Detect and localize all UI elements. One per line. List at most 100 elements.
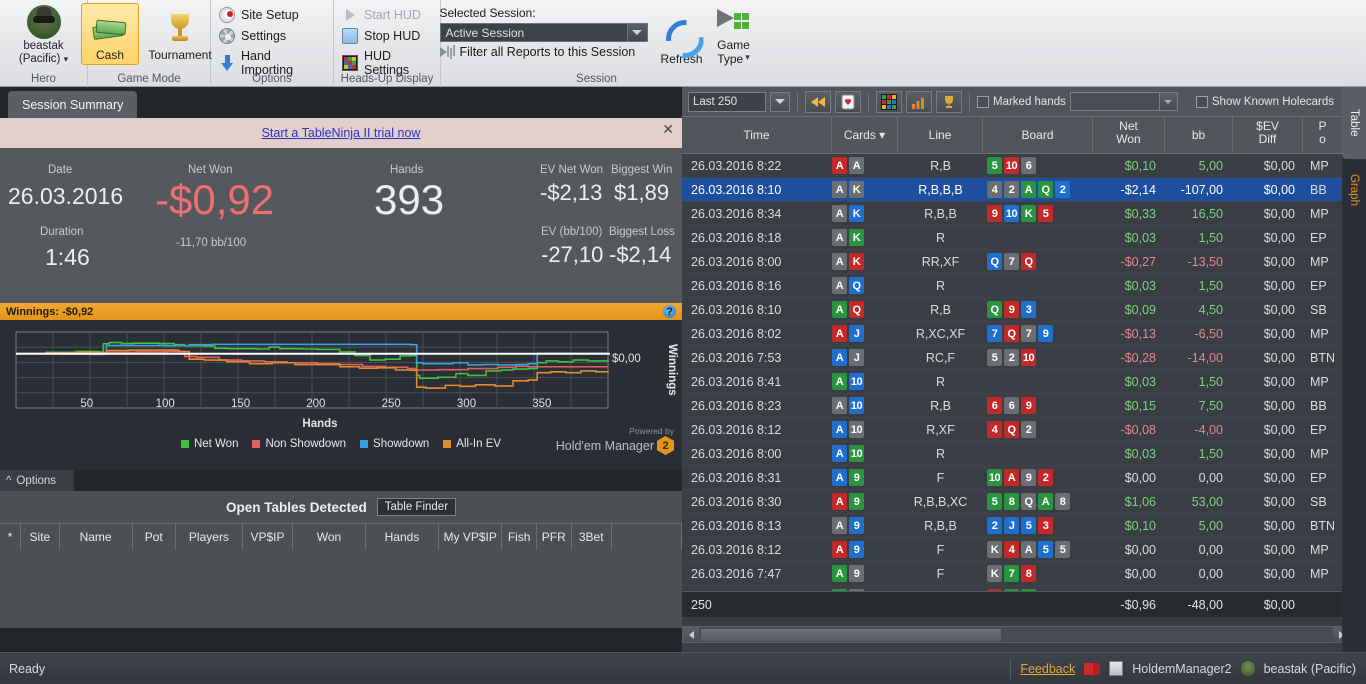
site-setup-button[interactable]: Site Setup bbox=[217, 6, 327, 24]
open-tables-column-header[interactable]: PFR bbox=[537, 524, 572, 550]
legend-item[interactable]: Non Showdown bbox=[252, 438, 346, 450]
table-row[interactable]: 26.03.2016 8:12 A 10 R,XF 4 Q 2 -$0,08 -4,00 $0,0… bbox=[682, 418, 1351, 442]
table-row[interactable]: 26.03.2016 8:10 A Q R,B Q 9 3 $0,09 4,50 $0,00 SB bbox=[682, 298, 1351, 322]
tab-table[interactable]: Table bbox=[1342, 87, 1366, 159]
grid-button[interactable] bbox=[876, 90, 902, 113]
hands-horizontal-scrollbar[interactable] bbox=[682, 626, 1351, 643]
cell-ev-diff: $0,00 bbox=[1263, 182, 1295, 197]
open-tables-column-header[interactable]: VP$IP bbox=[243, 524, 293, 550]
cell-time: 26.03.2016 8:34 bbox=[691, 206, 782, 221]
chevron-down-icon[interactable]: ▾ bbox=[64, 54, 69, 64]
hands-column-header-bb[interactable]: bb bbox=[1165, 117, 1233, 153]
feedback-link[interactable]: Feedback bbox=[1020, 662, 1075, 676]
site-setup-icon bbox=[219, 7, 235, 23]
open-tables-column-header[interactable]: Fish bbox=[502, 524, 537, 550]
tournament-button[interactable]: Tournament bbox=[143, 3, 217, 65]
group-label-hero: Hero bbox=[31, 73, 56, 85]
hands-column-header-net[interactable]: Net Won bbox=[1093, 117, 1165, 153]
marked-hands-label: Marked hands bbox=[993, 95, 1066, 108]
cards-button[interactable] bbox=[835, 90, 861, 113]
trophy-button[interactable] bbox=[936, 90, 962, 113]
table-row[interactable]: 26.03.2016 8:02 A J R,XC,XF 7 Q 7 9 -$0,13 -6,50 $… bbox=[682, 322, 1351, 346]
cell-ev-diff: $0,00 bbox=[1263, 542, 1295, 557]
filter-reports-button[interactable]: Filter all Reports to this Session bbox=[439, 45, 648, 59]
open-tables-column-header[interactable]: Site bbox=[21, 524, 60, 550]
tab-graph[interactable]: Graph bbox=[1342, 159, 1366, 221]
hud-grid-icon bbox=[342, 55, 358, 71]
card-10h: 10 bbox=[1004, 157, 1019, 174]
hm2-badge-icon: 2 bbox=[657, 436, 674, 455]
hands-column-header-p[interactable]: Po bbox=[1303, 117, 1343, 153]
promo-link[interactable]: Start a TableNinja II trial now bbox=[262, 126, 421, 140]
chevron-down-icon[interactable]: ▾ bbox=[745, 52, 750, 66]
table-row[interactable]: 26.03.2016 7:53 A J RC,F 5 2 10 -$0,28 -14,00 $0,… bbox=[682, 346, 1351, 370]
hands-column-header-time[interactable]: Time bbox=[682, 117, 832, 153]
stop-hud-button[interactable]: Stop HUD bbox=[340, 27, 434, 45]
open-tables-column-header[interactable]: My VP$IP bbox=[439, 524, 503, 550]
cell-net-won: $0,00 bbox=[1124, 542, 1156, 557]
game-type-button[interactable]: Game Type ▾ bbox=[708, 2, 760, 68]
cell-line: R bbox=[935, 230, 946, 245]
settings-button[interactable]: Settings bbox=[217, 27, 327, 45]
marked-hands-dropdown[interactable] bbox=[1069, 92, 1178, 111]
cell-bb: -6,50 bbox=[1194, 326, 1224, 341]
card-Qh: Q bbox=[1004, 421, 1019, 438]
marked-hands-checkbox[interactable] bbox=[977, 95, 989, 108]
selected-session-dropdown[interactable]: Active Session bbox=[439, 23, 648, 42]
legend-item[interactable]: Net Won bbox=[180, 438, 238, 450]
open-tables-column-header[interactable]: Won bbox=[293, 524, 366, 550]
table-row[interactable]: 26.03.2016 8:12 A 9 F K 4 A 5 5 $0,00 0,00 $0,00 MP bbox=[682, 538, 1351, 562]
status-user-label: beastak (Pacific) bbox=[1263, 661, 1356, 676]
table-row[interactable]: 26.03.2016 8:13 A 9 R,B,B 2 J 5 3 $0,10 5,00 $0,00… bbox=[682, 514, 1351, 538]
open-tables-column-header[interactable]: 3Bet bbox=[572, 524, 612, 550]
table-row[interactable]: 26.03.2016 8:31 A 9 F 10 A 9 2 $0,00 0,00 $0,00 EP bbox=[682, 466, 1351, 490]
hands-column-header-cards[interactable]: Cards ▾ bbox=[832, 117, 898, 153]
open-tables-column-header[interactable]: Name bbox=[60, 524, 133, 550]
cell-position: BB bbox=[1310, 398, 1327, 413]
card-9s: 9 bbox=[1021, 469, 1036, 486]
chevron-down-icon[interactable] bbox=[1158, 93, 1177, 110]
hero-button[interactable]: beastak (Pacific) ▾ bbox=[5, 3, 83, 66]
chart-xtick: 100 bbox=[155, 398, 175, 410]
cash-button[interactable]: Cash bbox=[81, 3, 139, 65]
table-row[interactable]: 26.03.2016 8:00 A K RR,XF Q 7 Q -$0,27 -13,50 $0,… bbox=[682, 250, 1351, 274]
table-row[interactable]: 26.03.2016 7:47 A 9 F K 7 8 $0,00 0,00 $0,00 MP bbox=[682, 562, 1351, 586]
hscroll-thumb[interactable] bbox=[701, 629, 1001, 641]
close-icon[interactable]: ✕ bbox=[662, 122, 674, 136]
open-tables-column-header[interactable]: * bbox=[0, 524, 22, 550]
open-tables-column-header[interactable]: Players bbox=[176, 524, 244, 550]
legend-item[interactable]: All-In EV bbox=[443, 438, 501, 450]
hand-range-dropdown[interactable]: Last 250 bbox=[688, 91, 766, 112]
bars-button[interactable] bbox=[906, 90, 932, 113]
table-row[interactable]: 26.03.2016 8:34 A K R,B,B 9 10 K 5 $0,33 16,50 $0,… bbox=[682, 202, 1351, 226]
table-row[interactable]: 26.03.2016 8:41 A 10 R $0,03 1,50 $0,00 MP bbox=[682, 370, 1351, 394]
table-row[interactable]: 26.03.2016 8:22 A A R,B 5 10 6 $0,10 5,00 $0,00 MP bbox=[682, 154, 1351, 178]
refresh-button[interactable]: Refresh bbox=[656, 2, 708, 68]
table-row[interactable]: 26.03.2016 8:30 A 9 R,B,B,XC 5 8 Q A 8 $1,06 53,00… bbox=[682, 490, 1351, 514]
help-icon[interactable]: ? bbox=[663, 305, 676, 318]
cell-ev-diff: $0,00 bbox=[1263, 206, 1295, 221]
table-row[interactable]: 26.03.2016 8:10 A K R,B,B,B 4 2 A Q 2 -$2,14 -107,… bbox=[682, 178, 1351, 202]
open-tables-column-header[interactable]: Hands bbox=[366, 524, 439, 550]
tab-session-summary[interactable]: Session Summary bbox=[8, 91, 138, 118]
table-row[interactable]: 26.03.2016 8:00 A 10 R $0,03 1,50 $0,00 MP bbox=[682, 442, 1351, 466]
hands-column-header-line[interactable]: Line bbox=[898, 117, 983, 153]
hands-column-header-board[interactable]: Board bbox=[983, 117, 1093, 153]
open-tables-column-header[interactable]: Pot bbox=[133, 524, 176, 550]
card-Ks: K bbox=[987, 541, 1002, 558]
rewind-button[interactable] bbox=[805, 90, 831, 113]
table-finder-button[interactable]: Table Finder bbox=[376, 498, 457, 516]
table-row[interactable]: 26.03.2016 8:16 A Q R $0,03 1,50 $0,00 EP bbox=[682, 274, 1351, 298]
open-tables-column-header[interactable] bbox=[612, 524, 683, 550]
trophy-icon bbox=[167, 10, 193, 48]
chevron-down-icon[interactable] bbox=[626, 24, 647, 41]
hands-column-header-ev[interactable]: $EV Diff bbox=[1233, 117, 1303, 153]
table-row[interactable]: 26.03.2016 8:18 A K R $0,03 1,50 $0,00 EP bbox=[682, 226, 1351, 250]
show-known-holecards-checkbox[interactable] bbox=[1195, 95, 1208, 108]
cell-board: Q93 bbox=[983, 301, 1093, 318]
table-row[interactable]: 26.03.2016 8:23 A 10 R,B 6 6 9 $0,15 7,50 $0,00 BB bbox=[682, 394, 1351, 418]
chevron-down-icon[interactable] bbox=[770, 91, 790, 112]
legend-item[interactable]: Showdown bbox=[360, 438, 429, 450]
scroll-left-button[interactable] bbox=[683, 627, 699, 642]
chart-options-toggle[interactable]: ^ Options bbox=[0, 470, 74, 491]
